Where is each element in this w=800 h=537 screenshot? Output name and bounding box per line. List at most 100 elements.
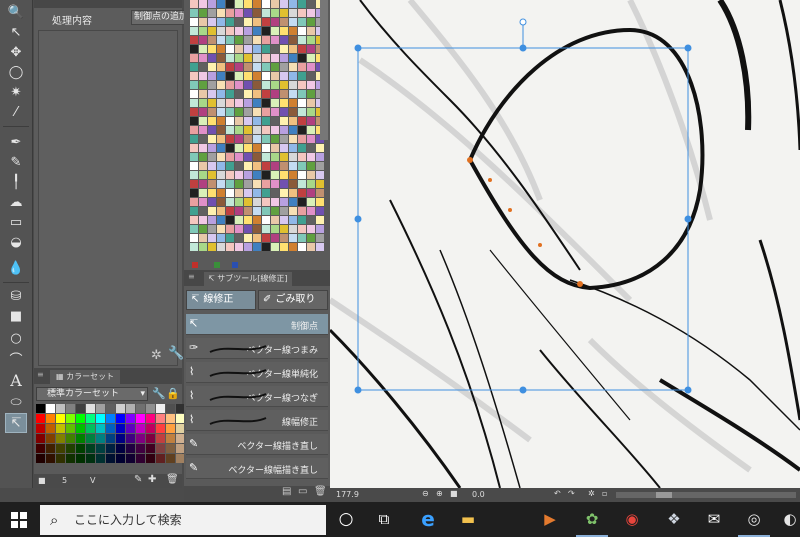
palette-swatch[interactable] [307, 99, 315, 107]
palette-swatch[interactable] [208, 189, 216, 197]
palette-swatch[interactable] [316, 243, 324, 251]
palette-swatch[interactable] [208, 135, 216, 143]
palette-swatch[interactable] [262, 189, 270, 197]
palette-swatch[interactable] [217, 9, 225, 17]
color-swatch[interactable] [136, 404, 145, 413]
palette-swatch[interactable] [316, 198, 324, 206]
color-set-select[interactable]: 標準カラーセット ▾ [36, 387, 148, 401]
palette-swatch[interactable] [190, 225, 198, 233]
palette-swatch[interactable] [226, 153, 234, 161]
palette-swatch[interactable] [226, 198, 234, 206]
palette-scrollbar[interactable] [320, 0, 328, 140]
palette-swatch[interactable] [235, 90, 243, 98]
palette-swatch[interactable] [280, 9, 288, 17]
palette-swatch[interactable] [271, 72, 279, 80]
palette-swatch[interactable] [280, 27, 288, 35]
palette-swatch[interactable] [235, 72, 243, 80]
palette-swatch[interactable] [190, 90, 198, 98]
palette-swatch[interactable] [199, 216, 207, 224]
palette-swatch[interactable] [208, 198, 216, 206]
palette-swatch[interactable] [199, 63, 207, 71]
palette-swatch[interactable] [253, 99, 261, 107]
palette-swatch[interactable] [289, 99, 297, 107]
palette-swatch[interactable] [262, 198, 270, 206]
palette-swatch[interactable] [190, 108, 198, 116]
palette-swatch[interactable] [289, 27, 297, 35]
palette-swatch[interactable] [244, 234, 252, 242]
palette-swatch[interactable] [235, 153, 243, 161]
palette-swatch[interactable] [217, 81, 225, 89]
palette-swatch[interactable] [208, 36, 216, 44]
palette-swatch[interactable] [280, 135, 288, 143]
app-icon[interactable]: ❖ [662, 507, 686, 531]
color-swatch[interactable] [136, 414, 145, 423]
palette-swatch[interactable] [217, 153, 225, 161]
palette-swatch[interactable] [253, 126, 261, 134]
palette-swatch[interactable] [190, 126, 198, 134]
palette-swatch[interactable] [271, 108, 279, 116]
wrench-icon[interactable]: 🔧 [152, 387, 166, 400]
edge-browser-icon[interactable]: e [416, 507, 440, 531]
media-player-icon[interactable]: ▶ [538, 507, 562, 531]
palette-swatch[interactable] [208, 153, 216, 161]
palette-swatch[interactable] [199, 54, 207, 62]
palette-swatch[interactable] [262, 9, 270, 17]
palette-swatch[interactable] [262, 243, 270, 251]
color-swatch[interactable] [156, 404, 165, 413]
palette-swatch[interactable] [208, 108, 216, 116]
palette-swatch[interactable] [307, 234, 315, 242]
palette-swatch[interactable] [244, 9, 252, 17]
palette-swatch[interactable] [199, 225, 207, 233]
subtool-item[interactable]: ⌇ ベクター線単純化 [186, 362, 328, 383]
palette-swatch[interactable] [244, 18, 252, 26]
palette-swatch[interactable] [262, 207, 270, 215]
palette-swatch[interactable] [208, 54, 216, 62]
palette-swatch[interactable] [235, 180, 243, 188]
palette-swatch[interactable] [235, 27, 243, 35]
color-swatch[interactable] [86, 434, 95, 443]
palette-swatch[interactable] [307, 72, 315, 80]
palette-swatch[interactable] [289, 189, 297, 197]
palette-swatch[interactable] [289, 72, 297, 80]
palette-swatch[interactable] [298, 72, 306, 80]
palette-swatch[interactable] [253, 36, 261, 44]
palette-swatch[interactable] [262, 81, 270, 89]
palette-swatch[interactable] [208, 234, 216, 242]
palette-swatch[interactable] [280, 108, 288, 116]
group-button-dust[interactable]: ✐ ごみ取り [258, 290, 328, 310]
palette-swatch[interactable] [235, 135, 243, 143]
color-swatch[interactable] [46, 424, 55, 433]
palette-swatch[interactable] [199, 117, 207, 125]
color-swatch[interactable] [96, 444, 105, 453]
ruler-tool-icon[interactable]: ⌒ [5, 348, 27, 368]
text-tool-icon[interactable]: A [5, 370, 27, 390]
palette-swatch[interactable] [208, 243, 216, 251]
balloon-tool-icon[interactable]: ⬭ [5, 392, 27, 412]
subtool-item[interactable]: ⌇ ベクター線つなぎ [186, 386, 328, 407]
color-swatch[interactable] [46, 444, 55, 453]
pencil-tool-icon[interactable]: ✎ [5, 152, 27, 172]
settings-icon[interactable]: ✲ [151, 348, 162, 363]
color-swatch[interactable] [136, 434, 145, 443]
color-swatch[interactable] [156, 414, 165, 423]
palette-swatch[interactable] [316, 171, 324, 179]
palette-swatch[interactable] [262, 99, 270, 107]
palette-swatch[interactable] [244, 0, 252, 8]
color-swatch[interactable] [56, 424, 65, 433]
palette-swatch[interactable] [280, 243, 288, 251]
palette-swatch[interactable] [253, 180, 261, 188]
palette-swatch[interactable] [262, 108, 270, 116]
palette-swatch[interactable] [199, 36, 207, 44]
palette-swatch[interactable] [307, 180, 315, 188]
palette-swatch[interactable] [208, 225, 216, 233]
palette-swatch[interactable] [289, 243, 297, 251]
color-swatch[interactable] [106, 434, 115, 443]
palette-swatch[interactable] [298, 144, 306, 152]
palette-swatch[interactable] [307, 126, 315, 134]
palette-swatch[interactable] [280, 54, 288, 62]
palette-swatch[interactable] [235, 243, 243, 251]
palette-swatch[interactable] [262, 126, 270, 134]
palette-swatch[interactable] [217, 54, 225, 62]
palette-swatch[interactable] [199, 81, 207, 89]
palette-swatch[interactable] [244, 81, 252, 89]
